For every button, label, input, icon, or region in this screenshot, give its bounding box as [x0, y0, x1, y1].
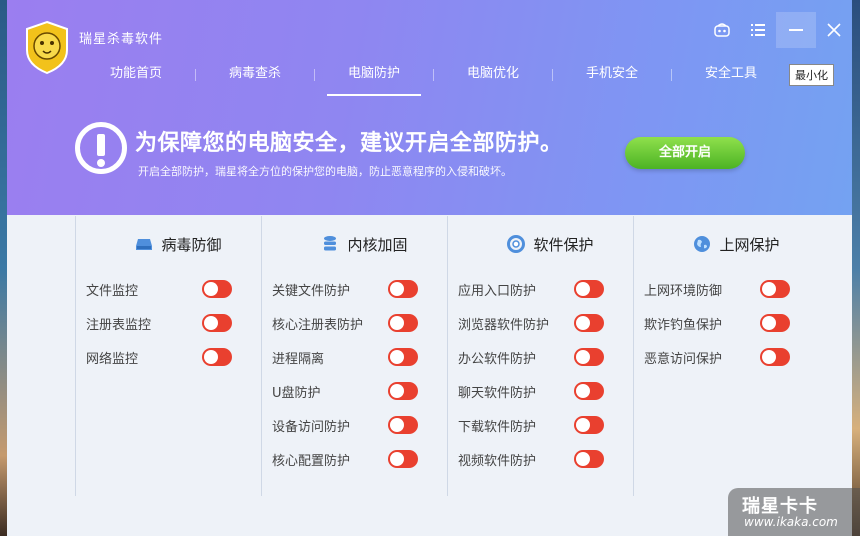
- list-item: U盘防护: [262, 374, 447, 408]
- list-item: 视频软件防护: [448, 442, 633, 476]
- window-controls: [704, 12, 852, 48]
- toggle-switch[interactable]: [760, 314, 790, 332]
- list-item: 进程隔离: [262, 340, 447, 374]
- setting-label: 核心注册表防护: [272, 317, 364, 333]
- toggle-switch[interactable]: [574, 416, 604, 434]
- list-item: 核心注册表防护: [262, 306, 447, 340]
- nav-security-tools[interactable]: 安全工具: [672, 60, 790, 96]
- setting-label: 欺诈钓鱼保护: [644, 317, 723, 333]
- toggle-switch[interactable]: [202, 314, 232, 332]
- header: 瑞星杀毒软件 功能首页 病毒查杀 电脑防护 电脑优化 手机安全 安全工具 为保障…: [7, 0, 852, 215]
- close-button[interactable]: [816, 12, 852, 48]
- toggle-switch[interactable]: [574, 450, 604, 468]
- toggle-switch[interactable]: [574, 348, 604, 366]
- column-virus-defense: 病毒防御 文件监控 注册表监控 网络监控: [75, 216, 261, 496]
- database-icon: [324, 236, 337, 251]
- setting-label: 进程隔离: [272, 351, 325, 367]
- column-header: 上网保护: [634, 216, 819, 272]
- setting-label: 办公软件防护: [458, 351, 537, 367]
- nav-home[interactable]: 功能首页: [77, 60, 195, 96]
- list-item: 文件监控: [76, 272, 261, 306]
- column-title: 软件保护: [533, 235, 594, 254]
- close-icon: [827, 23, 841, 37]
- toggle-switch[interactable]: [574, 382, 604, 400]
- nav-mobile-security[interactable]: 手机安全: [553, 60, 671, 96]
- nav-pc-optimize[interactable]: 电脑优化: [434, 60, 552, 96]
- setting-label: 核心配置防护: [272, 453, 351, 469]
- app-title: 瑞星杀毒软件: [79, 32, 164, 47]
- setting-label: 设备访问防护: [272, 419, 351, 435]
- drive-icon: [136, 239, 153, 250]
- watermark: 瑞星卡卡 www.ikaka.com: [728, 488, 860, 536]
- setting-label: 下载软件防护: [458, 419, 537, 435]
- toggle-switch[interactable]: [574, 280, 604, 298]
- setting-label: 浏览器软件防护: [458, 317, 550, 333]
- toggle-switch[interactable]: [388, 416, 418, 434]
- list-item: 下载软件防护: [448, 408, 633, 442]
- setting-label: 文件监控: [86, 283, 139, 299]
- list-item: 浏览器软件防护: [448, 306, 633, 340]
- minimize-tooltip: 最小化: [789, 64, 834, 86]
- list-item: 恶意访问保护: [634, 340, 819, 374]
- banner-title: 为保障您的电脑安全，建议开启全部防护。: [135, 131, 563, 156]
- setting-label: 关键文件防护: [272, 283, 351, 299]
- minimize-button[interactable]: [776, 12, 816, 48]
- toggle-switch[interactable]: [388, 382, 418, 400]
- column-header: 病毒防御: [76, 216, 261, 272]
- list-item: 网络监控: [76, 340, 261, 374]
- setting-label: U盘防护: [272, 385, 321, 401]
- protection-columns: 病毒防御 文件监控 注册表监控 网络监控 内核加固 关键文件防护 核心注册表防护…: [75, 216, 819, 496]
- desktop-background-right: [852, 0, 860, 536]
- column-web-protection: 上网保护 上网环境防御 欺诈钓鱼保护 恶意访问保护: [633, 216, 819, 496]
- toggle-switch[interactable]: [574, 314, 604, 332]
- list-item: 核心配置防护: [262, 442, 447, 476]
- banner-subtitle: 开启全部防护，瑞星将全方位的保护您的电脑，防止恶意程序的入侵和破坏。: [138, 165, 512, 178]
- watermark-url: www.ikaka.com: [744, 515, 838, 529]
- toggle-switch[interactable]: [388, 280, 418, 298]
- setting-label: 恶意访问保护: [644, 351, 723, 367]
- toggle-switch[interactable]: [202, 280, 232, 298]
- setting-label: 注册表监控: [86, 317, 152, 333]
- lion-logo-icon: [26, 20, 68, 74]
- list-item: 办公软件防护: [448, 340, 633, 374]
- menu-button[interactable]: [740, 12, 776, 48]
- toggle-switch[interactable]: [760, 280, 790, 298]
- enable-all-button[interactable]: 全部开启: [625, 137, 745, 169]
- column-title: 上网保护: [719, 235, 780, 254]
- app-window: 瑞星杀毒软件 功能首页 病毒查杀 电脑防护 电脑优化 手机安全 安全工具 为保障…: [7, 0, 852, 536]
- list-item: 关键文件防护: [262, 272, 447, 306]
- column-header: 软件保护: [448, 216, 633, 272]
- list-item: 上网环境防御: [634, 272, 819, 306]
- globe-icon: [694, 236, 711, 252]
- list-item: 聊天软件防护: [448, 374, 633, 408]
- nav-virus-scan[interactable]: 病毒查杀: [196, 60, 314, 96]
- column-title: 内核加固: [347, 235, 408, 254]
- nav-pc-protection[interactable]: 电脑防护: [315, 60, 433, 96]
- lifebuoy-icon: [507, 235, 526, 253]
- feedback-button[interactable]: [704, 12, 740, 48]
- setting-label: 视频软件防护: [458, 453, 537, 469]
- list-item: 欺诈钓鱼保护: [634, 306, 819, 340]
- list-item: 注册表监控: [76, 306, 261, 340]
- list-item: 设备访问防护: [262, 408, 447, 442]
- column-software-protection: 软件保护 应用入口防护 浏览器软件防护 办公软件防护 聊天软件防护 下载软件防护: [447, 216, 633, 496]
- robot-icon: [714, 23, 730, 37]
- setting-label: 聊天软件防护: [458, 385, 537, 401]
- toggle-switch[interactable]: [388, 348, 418, 366]
- menu-icon: [751, 24, 765, 36]
- column-kernel-hardening: 内核加固 关键文件防护 核心注册表防护 进程隔离 U盘防护 设备访问防护 核心配…: [261, 216, 447, 496]
- minimize-icon: [789, 29, 803, 31]
- setting-label: 上网环境防御: [644, 283, 723, 299]
- setting-label: 应用入口防护: [458, 283, 537, 299]
- toggle-switch[interactable]: [760, 348, 790, 366]
- list-item: 应用入口防护: [448, 272, 633, 306]
- toggle-switch[interactable]: [202, 348, 232, 366]
- main-nav: 功能首页 病毒查杀 电脑防护 电脑优化 手机安全 安全工具: [77, 60, 790, 96]
- toggle-switch[interactable]: [388, 450, 418, 468]
- warning-exclamation-icon: [75, 122, 127, 174]
- column-title: 病毒防御: [161, 235, 222, 254]
- setting-label: 网络监控: [86, 351, 139, 367]
- toggle-switch[interactable]: [388, 314, 418, 332]
- column-header: 内核加固: [262, 216, 447, 272]
